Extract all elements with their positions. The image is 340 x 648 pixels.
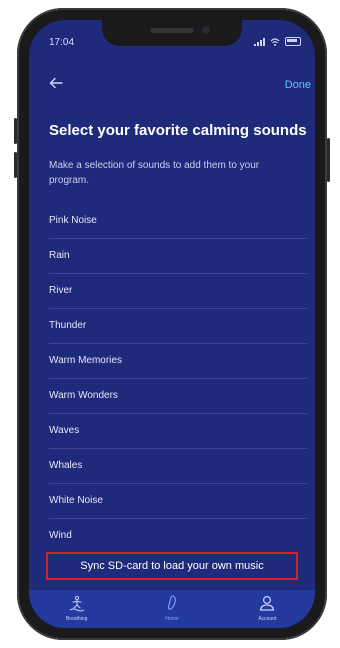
status-time: 17:04	[49, 37, 75, 48]
account-icon	[260, 595, 275, 611]
sound-item-white-noise[interactable]: White Noise	[49, 484, 307, 519]
sound-item-thunder[interactable]: Thunder	[49, 309, 307, 344]
home-icon	[168, 595, 176, 610]
tab-breathing[interactable]: Breathing	[29, 590, 124, 628]
sound-item-rain[interactable]: Rain	[49, 239, 307, 274]
volume-down-button	[14, 152, 17, 178]
tab-account-label: Account	[258, 616, 277, 622]
done-button[interactable]: Done	[285, 79, 311, 91]
battery-icon	[285, 37, 301, 46]
arrow-left-icon	[49, 77, 63, 89]
sound-item-wind[interactable]: Wind	[49, 519, 307, 553]
back-button[interactable]	[49, 76, 63, 95]
tab-account[interactable]: Account	[220, 590, 315, 628]
status-icons	[254, 37, 301, 46]
tab-breathing-label: Breathing	[65, 616, 88, 622]
volume-up-button	[14, 118, 17, 144]
page-title: Select your favorite calming sounds	[49, 122, 307, 139]
nav-bar: Done	[29, 74, 315, 98]
sound-item-pink-noise[interactable]: Pink Noise	[49, 204, 307, 239]
sound-list: Pink Noise Rain River Thunder Warm Memor…	[49, 204, 307, 553]
signal-icon	[254, 37, 265, 46]
front-camera	[202, 26, 210, 34]
wifi-icon	[270, 37, 280, 46]
sound-item-warm-wonders[interactable]: Warm Wonders	[49, 379, 307, 414]
sync-sd-card-button[interactable]: Sync SD-card to load your own music	[46, 552, 298, 580]
tab-home[interactable]: Home	[124, 590, 219, 628]
tab-home-label: Home	[165, 616, 179, 622]
speaker-grille	[150, 28, 194, 33]
power-button	[327, 138, 330, 182]
app-screen: 17:04 Done Select your favorite calming …	[29, 20, 315, 628]
breathing-icon	[69, 595, 84, 612]
page-subtitle: Make a selection of sounds to add them t…	[49, 160, 260, 186]
sound-item-warm-memories[interactable]: Warm Memories	[49, 344, 307, 379]
phone-frame: 17:04 Done Select your favorite calming …	[14, 8, 330, 640]
sound-item-waves[interactable]: Waves	[49, 414, 307, 449]
notch	[102, 20, 242, 46]
tab-bar: Breathing Home Account	[29, 590, 315, 628]
sound-item-river[interactable]: River	[49, 274, 307, 309]
sound-item-whales[interactable]: Whales	[49, 449, 307, 484]
